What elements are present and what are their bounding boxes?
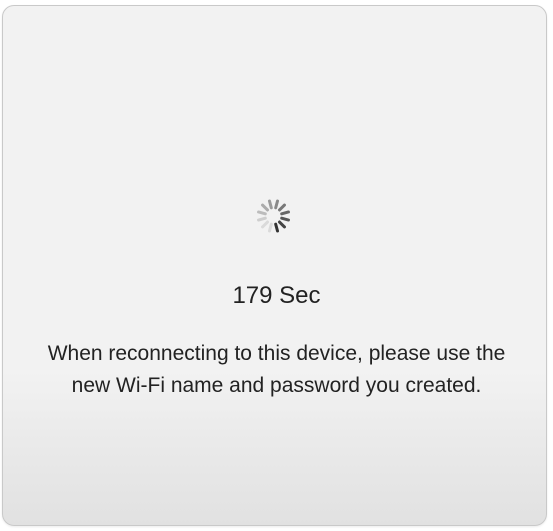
reconnect-dialog [2, 5, 547, 526]
countdown-timer: 179 Sec [232, 282, 321, 309]
reconnect-message: When reconnecting to this device, please… [47, 342, 506, 397]
